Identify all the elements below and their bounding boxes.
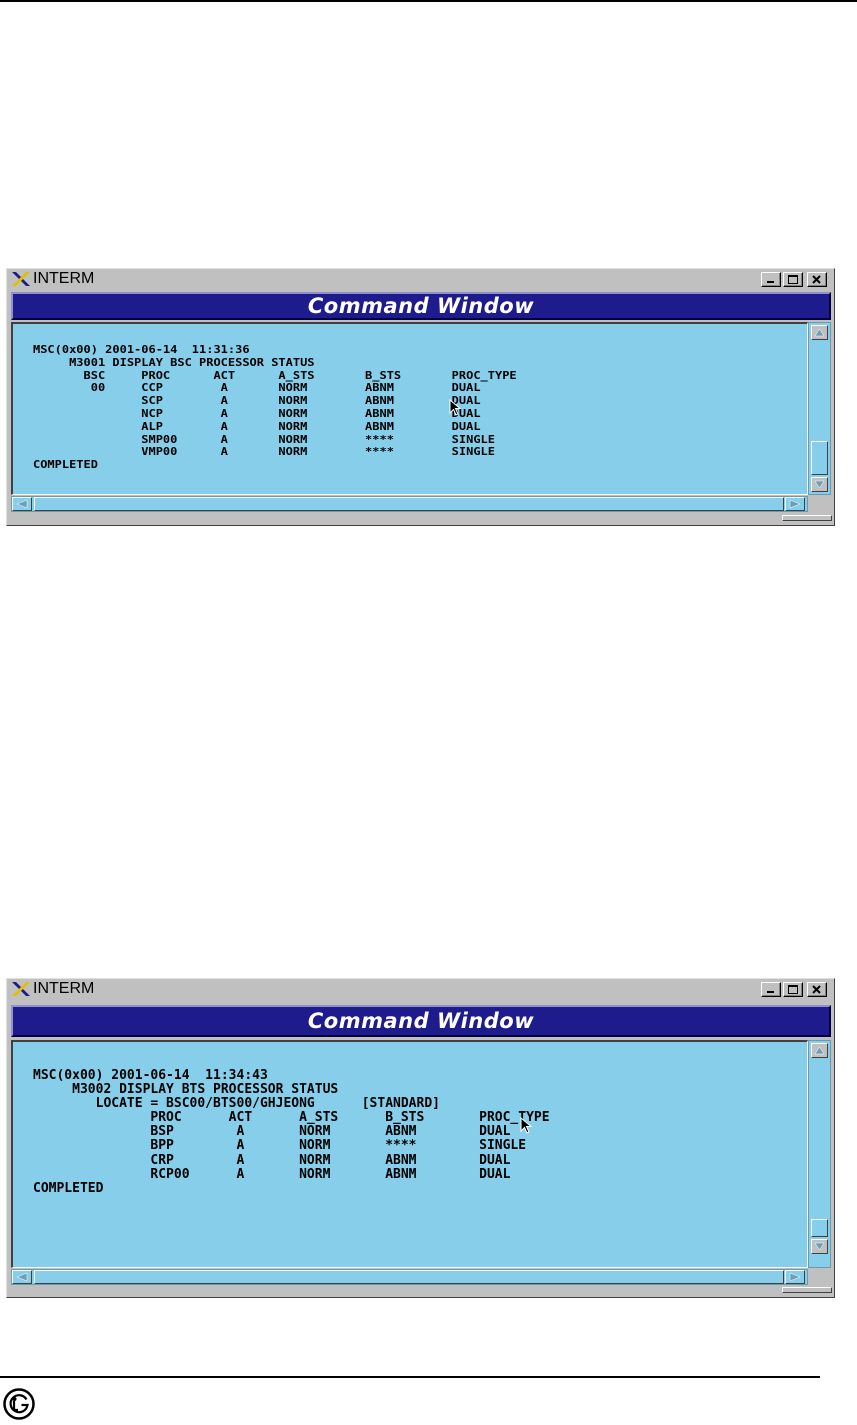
terminal-line: RCP00 A NORM ABNM DUAL: [33, 1166, 511, 1182]
scroll-right-button[interactable]: [785, 497, 805, 511]
terminal-line: CRP A NORM ABNM DUAL: [33, 1152, 511, 1168]
terminal-text: MSC(0x00) 2001-06-14 11:34:43 M3002 DISP…: [33, 1068, 550, 1196]
scroll-left-icon: [16, 499, 28, 509]
mouse-pointer-icon: [449, 399, 462, 416]
vertical-scroll-thumb[interactable]: [811, 441, 828, 475]
terminal-line: ALP A NORM ABNM DUAL: [33, 419, 481, 433]
scroll-right-icon: [789, 1272, 801, 1282]
terminal-output[interactable]: MSC(0x00) 2001-06-14 11:31:36 M3001 DISP…: [11, 322, 808, 495]
interm-window-bts[interactable]: INTERM Command Window MSC(0x00) 2001-06-…: [6, 978, 835, 1298]
terminal-line: M3002 DISPLAY BTS PROCESSOR STATUS: [33, 1082, 339, 1098]
scroll-up-button[interactable]: [811, 325, 828, 340]
scroll-down-icon: [814, 480, 825, 489]
x-window-logo-icon: [12, 272, 30, 286]
scroll-up-button[interactable]: [811, 1043, 828, 1058]
scroll-left-icon: [16, 1272, 28, 1282]
horizontal-scroll-thumb[interactable]: [34, 1270, 784, 1284]
scroll-up-icon: [814, 1046, 825, 1055]
terminal-line: NCP A NORM ABNM DUAL: [33, 406, 481, 420]
horizontal-scrollbar[interactable]: [11, 1269, 808, 1285]
interm-window-bsc[interactable]: INTERM Command Window MSC(0x00) 2001-06-…: [6, 268, 835, 526]
scroll-down-button[interactable]: [811, 1239, 828, 1254]
close-icon: [812, 985, 821, 994]
mouse-pointer-icon: [520, 1117, 533, 1134]
horizontal-scrollbar[interactable]: [11, 496, 808, 512]
command-window-title: Command Window: [307, 1009, 535, 1033]
app-title: INTERM: [33, 270, 95, 287]
minimize-icon: [767, 281, 774, 283]
scroll-right-button[interactable]: [785, 1270, 805, 1284]
terminal-line: MSC(0x00) 2001-06-14 11:31:36: [33, 343, 250, 356]
terminal-line: BPP A NORM **** SINGLE: [33, 1138, 527, 1154]
scroll-down-icon: [814, 1242, 825, 1251]
x-window-logo-icon: [12, 982, 30, 996]
window-resize-grip[interactable]: [782, 1287, 832, 1293]
command-window-header: Command Window: [11, 292, 831, 320]
command-window-title: Command Window: [307, 294, 535, 318]
close-button[interactable]: [807, 272, 827, 287]
page-top-rule: [0, 0, 857, 2]
maximize-button[interactable]: [783, 982, 803, 997]
scroll-up-icon: [814, 328, 825, 337]
terminal-line: LOCATE = BSC00/BTS00/GHJEONG [STANDARD]: [33, 1096, 440, 1112]
window-resize-grip[interactable]: [782, 515, 832, 521]
vertical-scrollbar[interactable]: [808, 1040, 831, 1268]
vertical-scrollbar[interactable]: [808, 322, 831, 495]
minimize-icon: [767, 991, 774, 993]
maximize-button[interactable]: [783, 272, 803, 287]
scroll-right-icon: [789, 499, 801, 509]
maximize-icon: [788, 985, 798, 994]
terminal-line: M3001 DISPLAY BSC PROCESSOR STATUS: [33, 355, 315, 369]
scroll-left-button[interactable]: [12, 497, 32, 511]
window-titlebar[interactable]: INTERM: [7, 269, 834, 289]
vertical-scroll-thumb[interactable]: [811, 1219, 828, 1237]
scroll-left-button[interactable]: [12, 1270, 32, 1284]
terminal-output[interactable]: MSC(0x00) 2001-06-14 11:34:43 M3002 DISP…: [11, 1040, 808, 1268]
maximize-icon: [788, 275, 798, 284]
horizontal-scroll-thumb[interactable]: [34, 497, 784, 511]
terminal-line: VMP00 A NORM **** SINGLE: [33, 445, 495, 459]
terminal-line: MSC(0x00) 2001-06-14 11:34:43: [33, 1068, 268, 1083]
close-icon: [812, 275, 821, 284]
scroll-down-button[interactable]: [811, 477, 828, 492]
lg-logo-icon: [3, 1388, 35, 1420]
page-bottom-rule: [0, 1376, 820, 1378]
minimize-button[interactable]: [761, 272, 781, 287]
terminal-line: PROC ACT A_STS B_STS PROC_TYPE: [33, 1110, 550, 1126]
terminal-line: COMPLETED: [33, 1180, 104, 1196]
command-window-header: Command Window: [11, 1005, 831, 1037]
minimize-button[interactable]: [761, 982, 781, 997]
terminal-text: MSC(0x00) 2001-06-14 11:31:36 M3001 DISP…: [33, 343, 517, 472]
window-titlebar[interactable]: INTERM: [7, 979, 834, 999]
terminal-line: COMPLETED: [33, 458, 98, 472]
terminal-line: BSP A NORM ABNM DUAL: [33, 1124, 511, 1140]
app-title: INTERM: [33, 980, 95, 997]
close-button[interactable]: [807, 982, 827, 997]
